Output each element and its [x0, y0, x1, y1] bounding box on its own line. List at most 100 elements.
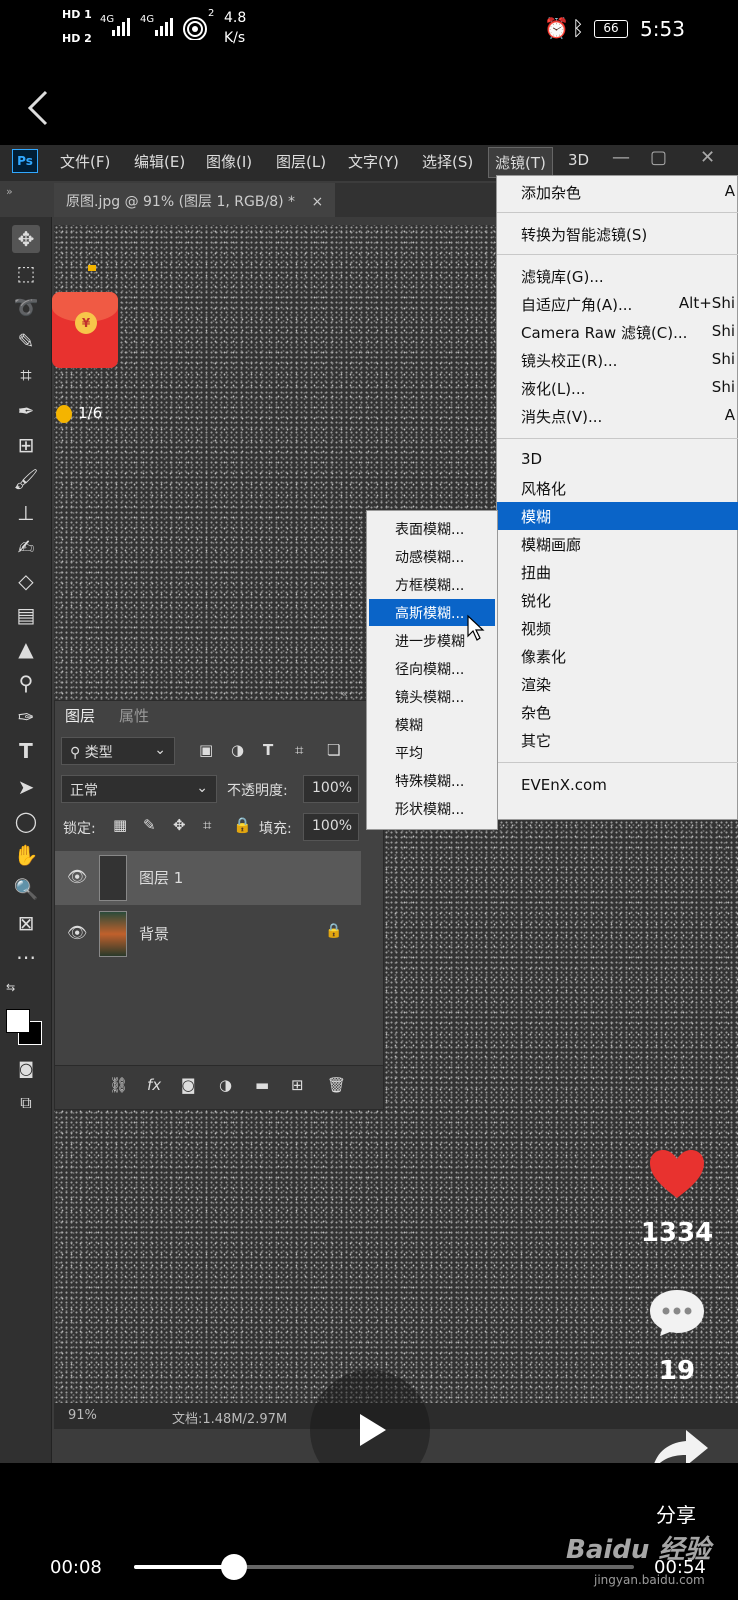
lock-position-icon[interactable]: ✥ [173, 816, 186, 834]
history-brush-icon[interactable]: ✍ [12, 533, 40, 561]
document-tab[interactable]: 原图.jpg @ 91% (图层 1, RGB/8) * × [54, 183, 336, 217]
eyedropper-tool-icon[interactable]: ✒ [12, 397, 40, 425]
menu-edit[interactable]: 编辑(E) [134, 151, 185, 172]
dodge-tool-icon[interactable]: ⚲ [12, 669, 40, 697]
more-tools-icon[interactable]: ⋯ [12, 943, 40, 971]
filter-sharpen[interactable]: 锐化 [497, 586, 738, 614]
image-filter-icon[interactable]: ▣ [199, 741, 213, 759]
blend-mode-select[interactable]: 正常 ⌄ [61, 775, 217, 803]
delete-layer-icon[interactable]: 🗑 [327, 1076, 346, 1094]
menu-3d[interactable]: 3D [568, 151, 589, 169]
blur-motion[interactable]: 动感模糊... [369, 543, 495, 570]
screen-mode-icon[interactable]: ⧉ [12, 1089, 40, 1117]
filter-blur[interactable]: 模糊 [497, 502, 738, 530]
pen-tool-icon[interactable]: ✑ [12, 703, 40, 731]
marquee-tool-icon[interactable]: ⬚ [12, 259, 40, 287]
panel-collapse-icon[interactable]: » [6, 185, 13, 198]
lock-artboard-icon[interactable]: ⌗ [203, 816, 211, 834]
ellipse-tool-icon[interactable]: ◯ [12, 807, 40, 835]
gradient-tool-icon[interactable]: ▤ [12, 601, 40, 629]
filter-3d[interactable]: 3D [497, 446, 738, 474]
lock-all-icon[interactable]: 🔒 [233, 816, 252, 834]
frame-tool-icon[interactable]: ⊠ [12, 909, 40, 937]
quick-mask-icon[interactable]: ◙ [12, 1055, 40, 1083]
filter-blur-gallery[interactable]: 模糊画廊 [497, 530, 738, 558]
filter-noise[interactable]: 杂色 [497, 698, 738, 726]
layer-filter-select[interactable]: ⚲ 类型 ⌄ [61, 737, 175, 765]
like-heart-icon[interactable] [648, 1148, 706, 1200]
maximize-icon[interactable]: ▢ [650, 147, 667, 168]
opacity-field[interactable]: 100% [303, 775, 359, 803]
filter-vanishing-point[interactable]: 消失点(V)... A [497, 402, 738, 430]
share-label[interactable]: 分享 [656, 1499, 696, 1528]
filter-liquify[interactable]: 液化(L)... Shi [497, 374, 738, 402]
filter-distort[interactable]: 扭曲 [497, 558, 738, 586]
type-filter-icon[interactable]: T [263, 741, 273, 759]
filter-convert-smart[interactable]: 转换为智能滤镜(S) [497, 220, 738, 248]
blur-smart[interactable]: 特殊模糊... [369, 767, 495, 794]
visibility-eye-icon[interactable]: 👁 [67, 867, 87, 886]
zoom-tool-icon[interactable]: 🔍 [12, 875, 40, 903]
lock-pixels-icon[interactable]: ✎ [143, 816, 156, 834]
filter-add-noise[interactable]: 添加杂色 A [497, 178, 738, 206]
swap-colors-icon[interactable]: ⇆ [6, 981, 15, 994]
type-tool-icon[interactable]: T [12, 737, 40, 765]
group-folder-icon[interactable]: ▬ [255, 1076, 269, 1094]
path-select-icon[interactable]: ➤ [12, 773, 40, 801]
shape-filter-icon[interactable]: ⌗ [295, 741, 303, 759]
visibility-eye-icon[interactable]: 👁 [67, 923, 87, 942]
blur-surface[interactable]: 表面模糊... [369, 515, 495, 542]
menu-type[interactable]: 文字(Y) [348, 151, 399, 172]
filter-render[interactable]: 渲染 [497, 670, 738, 698]
lasso-tool-icon[interactable]: ➰ [12, 293, 40, 321]
minimize-icon[interactable]: — [612, 147, 630, 168]
menu-file[interactable]: 文件(F) [60, 151, 110, 172]
filter-other[interactable]: 其它 [497, 726, 738, 754]
layer-row-background[interactable]: 👁 背景 🔒 [55, 907, 361, 961]
blur-blur[interactable]: 模糊 [369, 711, 495, 738]
layer-row-1[interactable]: 👁 图层 1 [55, 851, 361, 905]
filter-camera-raw[interactable]: Camera Raw 滤镜(C)... Shi [497, 318, 738, 346]
quick-select-tool-icon[interactable]: ✎ [12, 327, 40, 355]
fx-icon[interactable]: fx [147, 1076, 161, 1094]
filter-adaptive-wide-angle[interactable]: 自适应广角(A)... Alt+Shi [497, 290, 738, 318]
add-mask-icon[interactable]: ◙ [181, 1076, 196, 1094]
fill-field[interactable]: 100% [303, 813, 359, 841]
filter-video[interactable]: 视频 [497, 614, 738, 642]
menu-select[interactable]: 选择(S) [422, 151, 473, 172]
foreground-color-swatch[interactable] [6, 1009, 30, 1033]
filter-gallery[interactable]: 滤镜库(G)... [497, 262, 738, 290]
red-envelope-icon[interactable]: ¥ [52, 292, 118, 368]
menu-filter[interactable]: 滤镜(T) [488, 147, 553, 178]
move-tool-icon[interactable]: ✥ [12, 225, 40, 253]
blur-tool-icon[interactable]: ▲ [12, 635, 40, 663]
blur-lens[interactable]: 镜头模糊... [369, 683, 495, 710]
filter-pixelate[interactable]: 像素化 [497, 642, 738, 670]
progress-track[interactable] [134, 1565, 634, 1569]
crop-tool-icon[interactable]: ⌗ [12, 361, 40, 389]
filter-lens-correction[interactable]: 镜头校正(R)... Shi [497, 346, 738, 374]
back-icon[interactable] [24, 88, 52, 128]
brush-tool-icon[interactable]: 🖌 [12, 465, 40, 493]
filter-evenx[interactable]: EVEnX.com [497, 772, 738, 800]
panel-collapse-icon-2[interactable]: « [341, 687, 348, 700]
menu-image[interactable]: 图像(I) [206, 151, 252, 172]
tab-close-icon[interactable]: × [311, 194, 323, 210]
filter-stylize[interactable]: 风格化 [497, 474, 738, 502]
adjustment-filter-icon[interactable]: ◑ [231, 741, 244, 759]
healing-tool-icon[interactable]: ⊞ [12, 431, 40, 459]
tab-properties[interactable]: 属性 [119, 705, 149, 726]
blur-radial[interactable]: 径向模糊... [369, 655, 495, 682]
new-layer-icon[interactable]: ⊞ [291, 1076, 304, 1094]
progress-handle[interactable] [221, 1554, 247, 1580]
blur-shape[interactable]: 形状模糊... [369, 795, 495, 822]
stamp-tool-icon[interactable]: ⊥ [12, 499, 40, 527]
smart-object-filter-icon[interactable]: ❏ [327, 741, 340, 759]
menu-layer[interactable]: 图层(L) [276, 151, 326, 172]
blur-box[interactable]: 方框模糊... [369, 571, 495, 598]
lock-transparent-icon[interactable]: ▦ [113, 816, 127, 834]
adjustment-layer-icon[interactable]: ◑ [219, 1076, 232, 1094]
close-icon[interactable]: ✕ [700, 147, 715, 168]
tab-layers[interactable]: 图层 [65, 705, 95, 726]
blur-average[interactable]: 平均 [369, 739, 495, 766]
